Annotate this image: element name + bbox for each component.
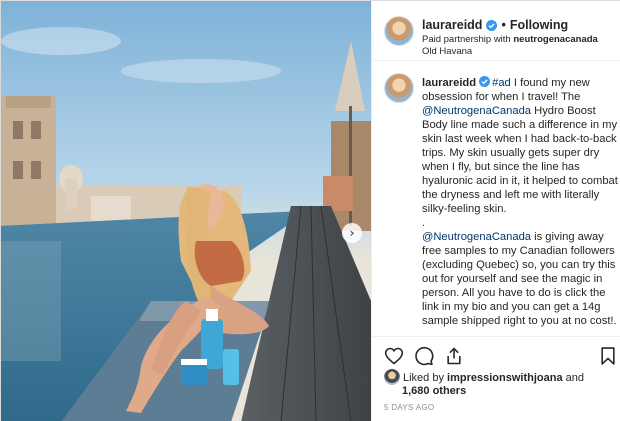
caption-text-2: Hydro Boost Body line made such a differ… [422,105,618,215]
mention-link[interactable]: @NeutrogenaCanada [422,105,531,117]
caption-username[interactable]: laurareidd [422,77,476,89]
bookmark-icon[interactable] [598,346,618,366]
photo-illustration [1,1,371,421]
likes-others-link[interactable]: 1,680 others [402,385,616,398]
post-window: › laurareidd • Following Paid partnershi… [0,0,620,421]
likes-and: and [562,372,584,384]
post-timestamp[interactable]: 5 DAYS AGO [384,403,434,412]
header-subtitle: Paid partnership with neutrogenacanada O… [422,34,598,58]
liked-by-label: Liked by [403,372,448,384]
post-details-panel: laurareidd • Following Paid partnership … [371,1,620,421]
location-link[interactable]: Old Havana [422,46,598,58]
heart-icon[interactable] [384,346,404,366]
action-bar [372,336,620,370]
verified-badge-icon [479,76,491,87]
header-separator: • [501,18,506,32]
caption-text-3: is giving away free samples to my Canadi… [422,231,617,327]
partnership-label: Paid partnership with [422,34,514,45]
author-username[interactable]: laurareidd [422,18,482,32]
partner-link[interactable]: neutrogenacanada [513,34,597,45]
liker-username[interactable]: impressionswithjoana [447,372,563,384]
comment-icon[interactable] [414,346,434,366]
caption-dot: . [422,217,426,229]
hashtag-link[interactable]: #ad [492,77,511,89]
next-image-button[interactable]: › [342,223,362,243]
liker-avatar[interactable] [384,369,400,385]
partnership-line: Paid partnership with neutrogenacanada [422,34,598,46]
following-button[interactable]: Following [510,18,568,32]
caption-avatar[interactable] [384,73,414,103]
caption-text: laurareidd #ad I found my new obsession … [422,76,618,328]
author-avatar[interactable] [384,16,414,46]
likes-line-1: Liked by impressionswithjoana and [384,369,616,385]
post-photo[interactable]: › [1,1,371,421]
verified-badge-icon [486,19,498,31]
mention-link[interactable]: @NeutrogenaCanada [422,231,531,243]
post-header: laurareidd • Following Paid partnership … [372,1,620,61]
share-icon[interactable] [444,346,464,366]
likes-summary: Liked by impressionswithjoana and 1,680 … [384,369,616,398]
header-top-row: laurareidd • Following [422,18,568,32]
chevron-right-icon: › [349,226,355,240]
